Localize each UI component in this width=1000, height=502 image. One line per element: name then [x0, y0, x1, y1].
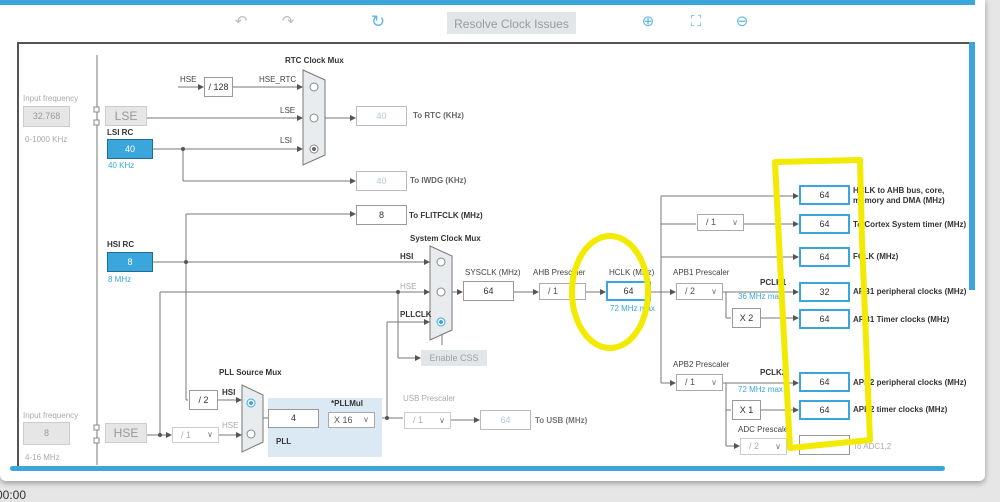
outputs-highlight-rectangle	[772, 157, 873, 451]
clock-configuration-window: ↶ ↷ ↻ Resolve Clock Issues ⊕ ⛶ ⊖ Input f…	[0, 0, 985, 481]
highlight-annotations	[569, 157, 873, 451]
hclk-highlight-circle	[569, 233, 651, 351]
